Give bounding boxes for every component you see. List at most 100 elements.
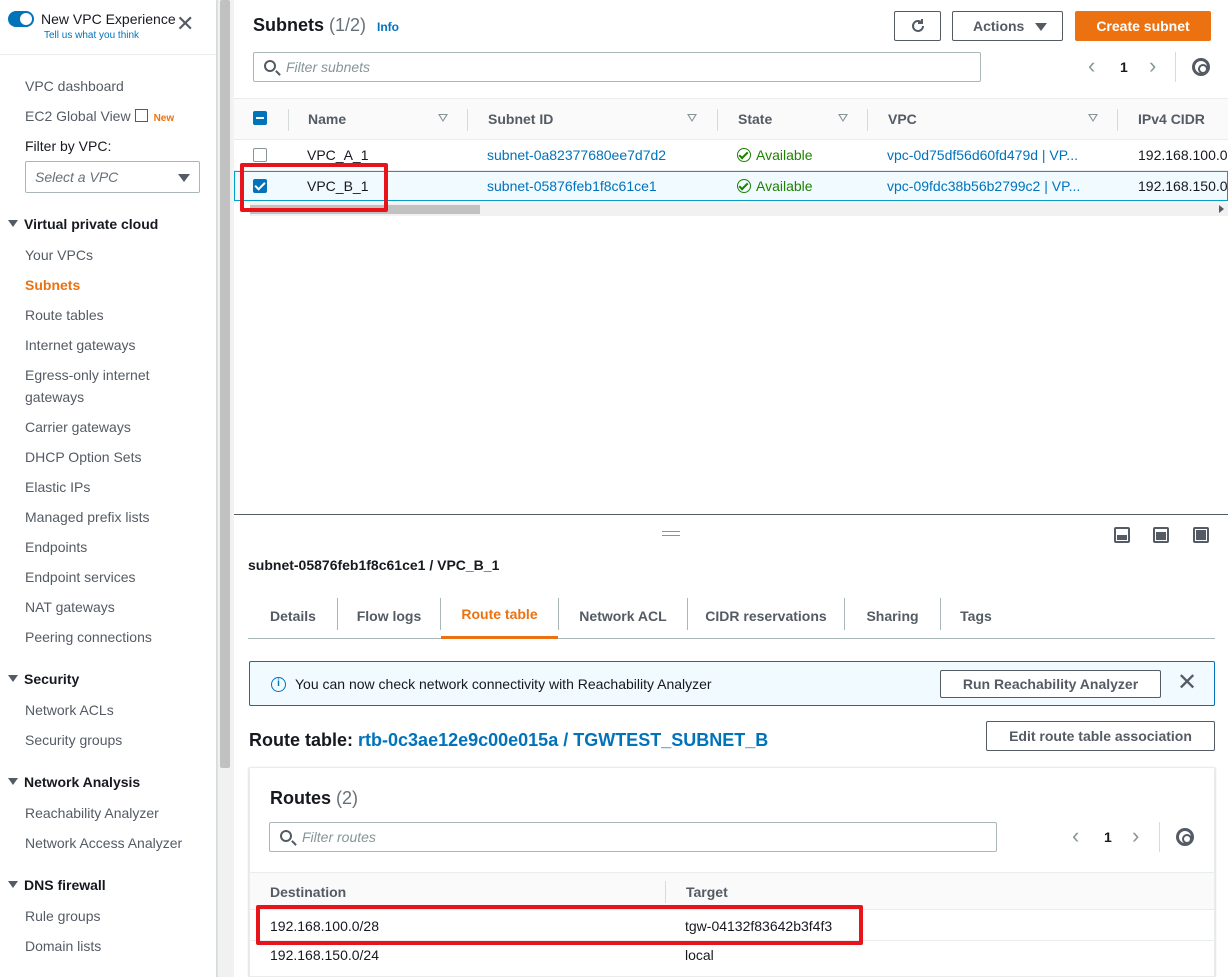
col-vpc[interactable]: VPC [888, 111, 917, 127]
sort-icon[interactable] [438, 114, 448, 122]
chevron-left-icon[interactable]: ‹ [1088, 55, 1095, 77]
tab-sharing[interactable]: Sharing [845, 592, 940, 639]
col-state[interactable]: State [738, 111, 772, 127]
create-subnet-button[interactable]: Create subnet [1075, 11, 1211, 41]
new-experience-toggle[interactable] [8, 11, 34, 27]
settings-gear-icon[interactable] [1192, 58, 1210, 76]
column-separator [717, 109, 718, 131]
sidebar: New VPC Experience Tell us what you thin… [0, 0, 217, 977]
actions-button[interactable]: Actions [952, 11, 1063, 41]
select-all-checkbox[interactable] [253, 111, 267, 125]
nav-domain-lists[interactable]: Domain lists [25, 935, 101, 957]
drag-handle-icon[interactable] [662, 531, 680, 536]
col-target[interactable]: Target [686, 884, 728, 900]
view-bottom-icon[interactable] [1114, 527, 1130, 543]
tab-network-acl[interactable]: Network ACL [559, 592, 687, 639]
nav-subnets[interactable]: Subnets [25, 274, 80, 296]
nav-endpoint-services[interactable]: Endpoint services [25, 566, 136, 588]
info-icon: i [271, 677, 286, 692]
nav-ec2-global-view-label: EC2 Global View [25, 108, 131, 124]
subnet-id-link[interactable]: subnet-0a82377680ee7d7d2 [487, 147, 666, 163]
nav-carrier-gateways[interactable]: Carrier gateways [25, 416, 131, 438]
section-dns-firewall[interactable]: DNS firewall [8, 877, 106, 893]
nav-nat-gateways[interactable]: NAT gateways [25, 596, 115, 618]
col-destination[interactable]: Destination [270, 884, 346, 900]
nav-rule-groups[interactable]: Rule groups [25, 905, 101, 927]
scroll-right-icon[interactable] [1219, 205, 1224, 213]
run-reachability-analyzer-button[interactable]: Run Reachability Analyzer [940, 670, 1161, 698]
edit-route-table-association-button[interactable]: Edit route table association [986, 721, 1215, 751]
chevron-right-icon[interactable]: › [1149, 55, 1156, 77]
sort-icon[interactable] [838, 114, 848, 122]
nav-egress-line-2: gateways [25, 389, 85, 405]
nav-peering-connections[interactable]: Peering connections [25, 626, 152, 648]
caret-down-icon [178, 174, 190, 182]
sort-icon[interactable] [687, 114, 697, 122]
feedback-link[interactable]: Tell us what you think [44, 30, 139, 41]
settings-gear-icon[interactable] [1176, 828, 1194, 846]
col-subnet-id[interactable]: Subnet ID [488, 111, 553, 127]
subnet-name: VPC_A_1 [307, 147, 369, 163]
sort-icon[interactable] [1088, 114, 1098, 122]
view-side-icon[interactable] [1153, 527, 1169, 543]
vpc-link[interactable]: vpc-0d75df56d60fd479d | VP... [887, 147, 1078, 163]
ipv4-cidr: 192.168.100.0 [1138, 147, 1228, 163]
nav-dhcp-option-sets[interactable]: DHCP Option Sets [25, 446, 141, 468]
tab-tags[interactable]: Tags [941, 592, 1011, 639]
nav-reachability-analyzer[interactable]: Reachability Analyzer [25, 802, 159, 824]
info-link[interactable]: Info [377, 20, 399, 34]
sidebar-scrollbar[interactable] [217, 0, 232, 977]
row-checkbox[interactable] [253, 148, 267, 162]
nav-vpc-dashboard[interactable]: VPC dashboard [25, 75, 124, 97]
col-name[interactable]: Name [308, 111, 346, 127]
nav-egress-only-gateways[interactable]: Egress-only internet gateways [25, 364, 150, 408]
filter-subnets-input[interactable] [286, 58, 904, 76]
close-icon[interactable]: ✕ [1177, 671, 1197, 695]
nav-elastic-ips[interactable]: Elastic IPs [25, 476, 90, 498]
nav-network-access-analyzer[interactable]: Network Access Analyzer [25, 832, 182, 854]
col-ipv4-cidr[interactable]: IPv4 CIDR [1138, 111, 1205, 127]
filter-routes-search[interactable] [269, 822, 997, 852]
section-virtual-private-cloud[interactable]: Virtual private cloud [8, 216, 158, 232]
vpc-filter-select[interactable]: Select a VPC [25, 161, 200, 193]
nav-internet-gateways[interactable]: Internet gateways [25, 334, 136, 356]
close-icon[interactable]: ✕ [176, 13, 194, 35]
chevron-right-icon[interactable]: › [1132, 825, 1139, 847]
table-row[interactable]: 192.168.150.0/24 local [250, 942, 1214, 972]
chevron-left-icon[interactable]: ‹ [1072, 825, 1079, 847]
route-table-link[interactable]: rtb-0c3ae12e9c00e015a / TGWTEST_SUBNET_B [358, 730, 768, 750]
tab-details[interactable]: Details [248, 592, 338, 639]
page-number[interactable]: 1 [1104, 829, 1112, 845]
vpc-link[interactable]: vpc-09fdc38b56b2799c2 | VP... [887, 178, 1080, 194]
tab-route-table[interactable]: Route table [441, 592, 558, 639]
column-separator [665, 881, 666, 903]
nav-network-acls[interactable]: Network ACLs [25, 699, 114, 721]
vpc-filter-placeholder: Select a VPC [35, 169, 119, 185]
section-security[interactable]: Security [8, 671, 79, 687]
subnet-id-link[interactable]: subnet-05876feb1f8c61ce1 [487, 178, 657, 194]
selection-count: (1/2) [329, 15, 367, 35]
nav-route-tables[interactable]: Route tables [25, 304, 104, 326]
status-success-icon [737, 148, 751, 162]
nav-ec2-global-view[interactable]: EC2 Global View New [25, 105, 174, 130]
refresh-button[interactable] [894, 11, 941, 41]
filter-subnets-search[interactable] [253, 52, 981, 82]
table-horizontal-scrollbar[interactable] [250, 203, 1228, 216]
tab-flow-logs[interactable]: Flow logs [338, 592, 440, 639]
filter-by-vpc-label: Filter by VPC: [25, 138, 112, 154]
nav-security-groups[interactable]: Security groups [25, 729, 122, 751]
view-full-icon[interactable] [1193, 527, 1209, 543]
external-link-icon [134, 109, 148, 122]
nav-managed-prefix-lists[interactable]: Managed prefix lists [25, 506, 150, 528]
section-title: Virtual private cloud [24, 216, 159, 232]
page-number[interactable]: 1 [1120, 59, 1128, 75]
caret-down-icon [1035, 23, 1047, 31]
section-network-analysis[interactable]: Network Analysis [8, 774, 140, 790]
routes-container: Routes (2) ‹ 1 › Destination Target 192.… [249, 767, 1215, 977]
scrollbar-thumb[interactable] [220, 0, 230, 768]
nav-your-vpcs[interactable]: Your VPCs [25, 244, 93, 266]
highlight-box [240, 163, 388, 212]
nav-endpoints[interactable]: Endpoints [25, 536, 87, 558]
filter-routes-input[interactable] [302, 828, 920, 846]
tab-cidr-reservations[interactable]: CIDR reservations [688, 592, 844, 639]
